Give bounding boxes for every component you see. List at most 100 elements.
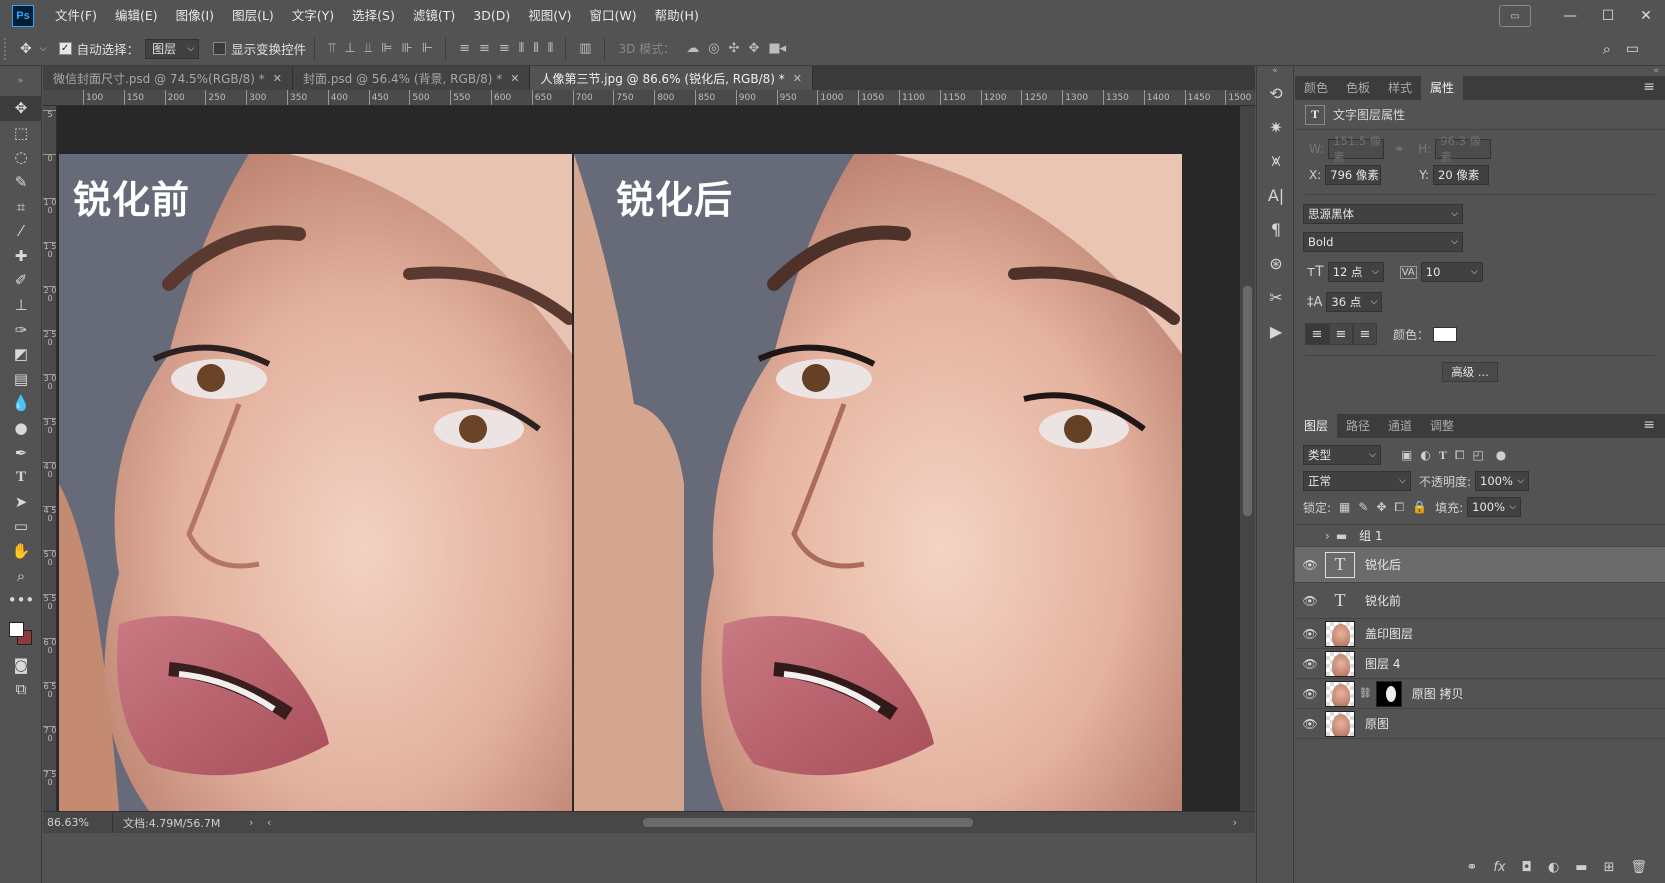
visibility-eye-icon[interactable]: 👁 bbox=[1295, 657, 1325, 671]
panel-tab[interactable]: 图层 bbox=[1295, 414, 1338, 438]
link-layers-icon[interactable]: ⚭ bbox=[1466, 860, 1477, 875]
history-brush-tool-icon[interactable]: ✑ bbox=[0, 317, 42, 342]
dodge-tool-icon[interactable]: ● bbox=[0, 416, 42, 441]
delete-layer-icon[interactable]: 🗑 bbox=[1630, 860, 1647, 875]
distribute-hcenter-icon[interactable]: ⫴ bbox=[533, 41, 539, 56]
close-icon[interactable]: ✕ bbox=[1627, 0, 1665, 32]
filter-smart-object-icon[interactable]: ◰ bbox=[1472, 448, 1483, 462]
visibility-eye-icon[interactable]: 👁 bbox=[1295, 558, 1325, 572]
panel-menu-icon[interactable]: ≡ bbox=[1643, 79, 1655, 95]
menu-item[interactable]: 文字(Y) bbox=[283, 0, 343, 32]
3d-orbit-icon[interactable]: ☁ bbox=[686, 41, 699, 56]
quick-mask-icon[interactable]: ◙ bbox=[0, 652, 42, 677]
search-icon[interactable]: ⌕ bbox=[1603, 40, 1611, 58]
align-hcenter-icon[interactable]: ⊪ bbox=[401, 41, 412, 56]
hand-tool-icon[interactable]: ✋ bbox=[0, 539, 42, 564]
distribute-right-icon[interactable]: ⫴ bbox=[548, 41, 554, 56]
menu-item[interactable]: 滤镜(T) bbox=[404, 0, 464, 32]
tool-preset-dropdown-icon[interactable]: ⌵ bbox=[40, 44, 47, 54]
panel-tab[interactable]: 属性 bbox=[1421, 76, 1464, 100]
gradient-tool-icon[interactable]: ▤ bbox=[0, 367, 42, 392]
canvas-area[interactable]: 锐化前 锐化后 bbox=[57, 106, 1240, 811]
quick-select-tool-icon[interactable]: ✎ bbox=[0, 170, 42, 195]
filter-pixel-icon[interactable]: ▣ bbox=[1401, 448, 1412, 462]
eyedropper-tool-icon[interactable]: ⁄ bbox=[0, 219, 42, 244]
document-tab[interactable]: 微信封面尺寸.psd @ 74.5%(RGB/8) * ✕ bbox=[43, 66, 293, 90]
move-tool-icon[interactable]: ✥ bbox=[20, 41, 32, 57]
layer-mask-thumbnail[interactable] bbox=[1375, 680, 1402, 707]
align-vcenter-icon[interactable]: ⊥ bbox=[344, 41, 355, 56]
blur-tool-icon[interactable]: 💧 bbox=[0, 391, 42, 416]
3d-slide-icon[interactable]: ✥ bbox=[748, 41, 759, 56]
height-field[interactable]: 96.3 像素 bbox=[1435, 134, 1492, 164]
crop-tool-icon[interactable]: ⌗ bbox=[0, 194, 42, 219]
lock-transparent-icon[interactable]: ▦ bbox=[1339, 500, 1350, 514]
lock-position-icon[interactable]: ✥ bbox=[1376, 500, 1386, 514]
tool-presets-icon[interactable]: ✂ bbox=[1257, 280, 1295, 314]
layer-row[interactable]: 👁 ⛓ 原图 拷贝 bbox=[1295, 679, 1665, 709]
layer-row[interactable]: 👁 原图 bbox=[1295, 709, 1665, 739]
menu-item[interactable]: 视图(V) bbox=[519, 0, 580, 32]
layer-filter-select[interactable]: 类型 ⌵ bbox=[1303, 445, 1381, 465]
collapse-icon[interactable]: « bbox=[1257, 66, 1293, 76]
foreground-color-swatch[interactable] bbox=[9, 622, 24, 638]
scroll-left-icon[interactable]: ‹ bbox=[267, 816, 271, 829]
visibility-eye-icon[interactable]: 👁 bbox=[1295, 687, 1325, 701]
screen-mode-icon[interactable]: ⧉ bbox=[0, 677, 42, 702]
canvas-horizontal-scrollbar[interactable] bbox=[303, 818, 1233, 828]
brush-tool-icon[interactable]: ✐ bbox=[0, 268, 42, 293]
width-field[interactable]: 151.5 像素 bbox=[1328, 134, 1385, 164]
distribute-top-icon[interactable]: ≡ bbox=[459, 41, 470, 56]
healing-brush-tool-icon[interactable]: ✚ bbox=[0, 244, 42, 269]
mask-link-icon[interactable]: ⛓ bbox=[1359, 688, 1372, 699]
photoshop-logo[interactable]: Ps bbox=[12, 5, 34, 27]
align-left-icon[interactable]: ⊫ bbox=[381, 41, 392, 56]
auto-select-dropdown[interactable]: 图层 ⌵ bbox=[145, 38, 200, 59]
scroll-thumb[interactable] bbox=[643, 818, 973, 827]
lock-all-icon[interactable]: 🔒 bbox=[1412, 500, 1427, 514]
menu-item[interactable]: 帮助(H) bbox=[646, 0, 708, 32]
font-size-select[interactable]: 12 点 ⌵ bbox=[1327, 262, 1384, 282]
scroll-right-icon[interactable]: › bbox=[1233, 816, 1237, 829]
x-field[interactable]: 796 像素 bbox=[1325, 165, 1382, 185]
align-right-button[interactable]: ≡ bbox=[1353, 323, 1377, 345]
adjustment-layer-icon[interactable]: ◐ bbox=[1548, 860, 1559, 875]
panel-tab[interactable]: 颜色 bbox=[1295, 76, 1337, 100]
workspace-switcher-icon[interactable]: ▭ bbox=[1626, 41, 1639, 57]
filter-toggle-icon[interactable]: ● bbox=[1496, 448, 1506, 462]
panel-menu-icon[interactable]: ≡ bbox=[1643, 417, 1655, 433]
panel-tab[interactable]: 样式 bbox=[1379, 76, 1421, 100]
align-center-button[interactable]: ≡ bbox=[1329, 323, 1353, 345]
tracking-select[interactable]: 10 ⌵ bbox=[1420, 262, 1483, 282]
actions-play-icon[interactable]: ▶ bbox=[1257, 314, 1295, 348]
more-tools-icon[interactable]: ••• bbox=[0, 588, 42, 613]
layer-style-icon[interactable]: fx bbox=[1493, 860, 1505, 875]
advanced-button[interactable]: 高级 ... bbox=[1442, 362, 1498, 382]
panel-tab[interactable]: 色板 bbox=[1337, 76, 1379, 100]
close-tab-icon[interactable]: ✕ bbox=[273, 72, 282, 85]
align-right-icon[interactable]: ⊩ bbox=[422, 41, 433, 56]
workspace-icon[interactable]: ▭ bbox=[1499, 5, 1531, 27]
layer-row[interactable]: 👁 图层 4 bbox=[1295, 649, 1665, 679]
move-tool-icon[interactable]: ✥ bbox=[0, 96, 42, 121]
paragraph-icon[interactable]: ¶ bbox=[1257, 212, 1295, 246]
options-grip[interactable] bbox=[4, 37, 10, 60]
align-top-icon[interactable]: ⫪ bbox=[328, 41, 335, 56]
collapse-icon[interactable]: « bbox=[1295, 66, 1665, 76]
lasso-tool-icon[interactable]: ◌ bbox=[0, 145, 42, 170]
menu-item[interactable]: 图像(I) bbox=[167, 0, 223, 32]
collapse-icon[interactable]: » bbox=[0, 66, 41, 96]
menu-item[interactable]: 编辑(E) bbox=[106, 0, 167, 32]
add-mask-icon[interactable]: ◘ bbox=[1522, 860, 1532, 875]
layer-row[interactable]: 👁 T 锐化前 bbox=[1295, 583, 1665, 619]
visibility-eye-icon[interactable] bbox=[1295, 529, 1325, 543]
filter-type-icon[interactable]: T bbox=[1439, 448, 1447, 463]
close-tab-icon[interactable]: ✕ bbox=[510, 72, 519, 85]
panel-tab[interactable]: 调整 bbox=[1421, 414, 1463, 438]
panel-tab[interactable]: 通道 bbox=[1379, 414, 1421, 438]
scroll-thumb[interactable] bbox=[1243, 286, 1252, 516]
pen-tool-icon[interactable]: ✒ bbox=[0, 440, 42, 465]
document-tab[interactable]: 封面.psd @ 56.4% (背景, RGB/8) * ✕ bbox=[293, 66, 531, 90]
visibility-eye-icon[interactable]: 👁 bbox=[1295, 627, 1325, 641]
layer-row[interactable]: 👁 盖印图层 bbox=[1295, 619, 1665, 649]
